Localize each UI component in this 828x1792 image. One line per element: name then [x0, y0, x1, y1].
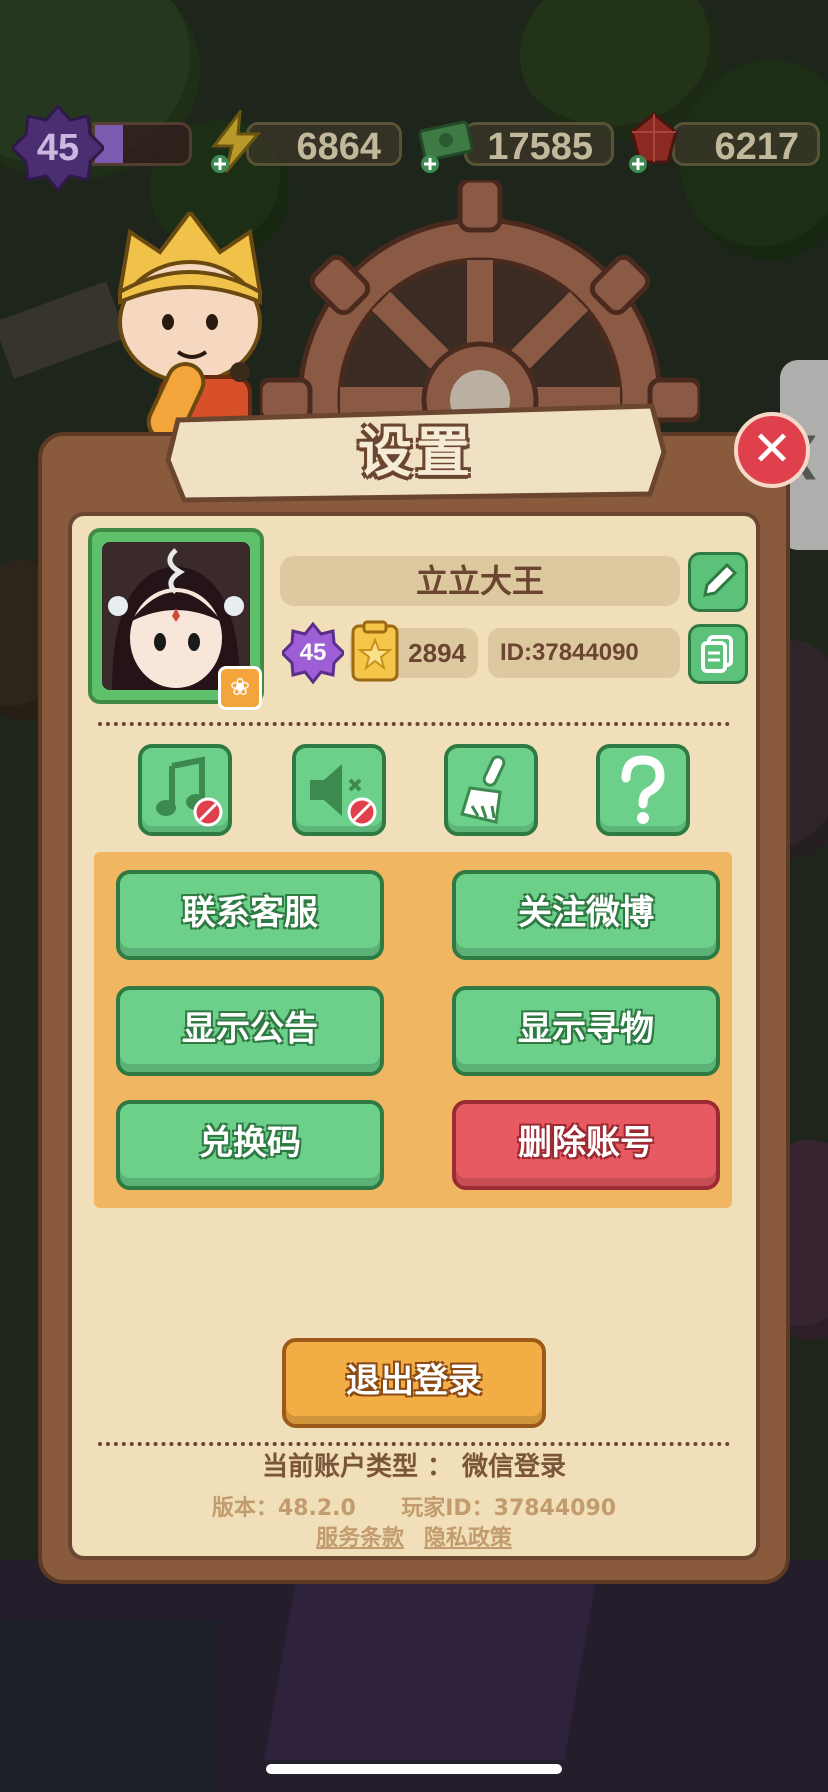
pencil-icon [703, 562, 738, 597]
cash-counter[interactable]: 17585 [464, 122, 614, 168]
star-card-icon [351, 620, 399, 682]
legal-links: 服务条款 隐私政策 [0, 1520, 828, 1552]
player-id-field: ID:37844090 [488, 628, 680, 678]
energy-value: 6864 [296, 126, 381, 168]
collection-score: 2894 [408, 638, 466, 668]
version-text: 版本：48.2.0 [211, 1496, 356, 1521]
music-off-button[interactable] [138, 744, 232, 836]
terms-link[interactable]: 服务条款 [316, 1526, 404, 1551]
xp-progress-bar [92, 122, 192, 166]
dialog-title: 设置 [358, 421, 474, 484]
sound-off-button[interactable] [292, 744, 386, 836]
question-icon [621, 755, 665, 824]
music-muted-icon [156, 756, 223, 827]
speaker-muted-icon [310, 764, 377, 827]
ruby-icon [629, 112, 678, 173]
broom-icon [460, 755, 506, 824]
player-level-badge[interactable]: 45 [9, 102, 107, 194]
profile-level: 45 [299, 639, 327, 666]
privacy-link[interactable]: 隐私政策 [424, 1526, 512, 1551]
version-info: 版本：48.2.0 玩家ID：37844090 [0, 1490, 828, 1522]
player-id: ID:37844090 [500, 639, 639, 666]
close-button[interactable]: ✕ [734, 412, 810, 488]
section-divider [98, 722, 730, 726]
copy-icon [701, 635, 733, 673]
cash-value: 17585 [487, 126, 593, 168]
cash-icon [418, 120, 474, 173]
player-level: 45 [36, 127, 80, 169]
footer-player-id: 玩家ID：37844090 [401, 1496, 617, 1521]
profile-level-badge: 45 [279, 621, 347, 685]
show-search-button[interactable]: 显示寻物 [452, 986, 720, 1076]
help-button[interactable] [596, 744, 690, 836]
lightning-icon [210, 110, 262, 173]
redeem-code-button[interactable]: 兑换码 [116, 1100, 384, 1190]
energy-counter[interactable]: 6864 [246, 122, 402, 168]
home-indicator[interactable] [266, 1764, 562, 1774]
contact-support-button[interactable]: 联系客服 [116, 870, 384, 960]
follow-weibo-button[interactable]: 关注微博 [452, 870, 720, 960]
outfit-button[interactable]: ❀ [218, 666, 262, 710]
account-type-text: 当前账户类型 ： 微信登录 [261, 1452, 567, 1482]
edit-name-button[interactable] [688, 552, 748, 612]
resource-bar: 45 6864 17585 6217 [0, 96, 828, 194]
gem-value: 6217 [714, 126, 799, 168]
delete-account-button[interactable]: 删除账号 [452, 1100, 720, 1190]
player-name: 立立大王 [280, 556, 680, 606]
hanger-icon: ❀ [229, 673, 251, 701]
clear-cache-button[interactable] [444, 744, 538, 836]
gem-counter[interactable]: 6217 [672, 122, 820, 168]
logout-button[interactable]: 退出登录 [282, 1338, 546, 1428]
show-notice-button[interactable]: 显示公告 [116, 986, 384, 1076]
copy-id-button[interactable] [688, 624, 748, 684]
close-icon: ✕ [751, 421, 793, 477]
